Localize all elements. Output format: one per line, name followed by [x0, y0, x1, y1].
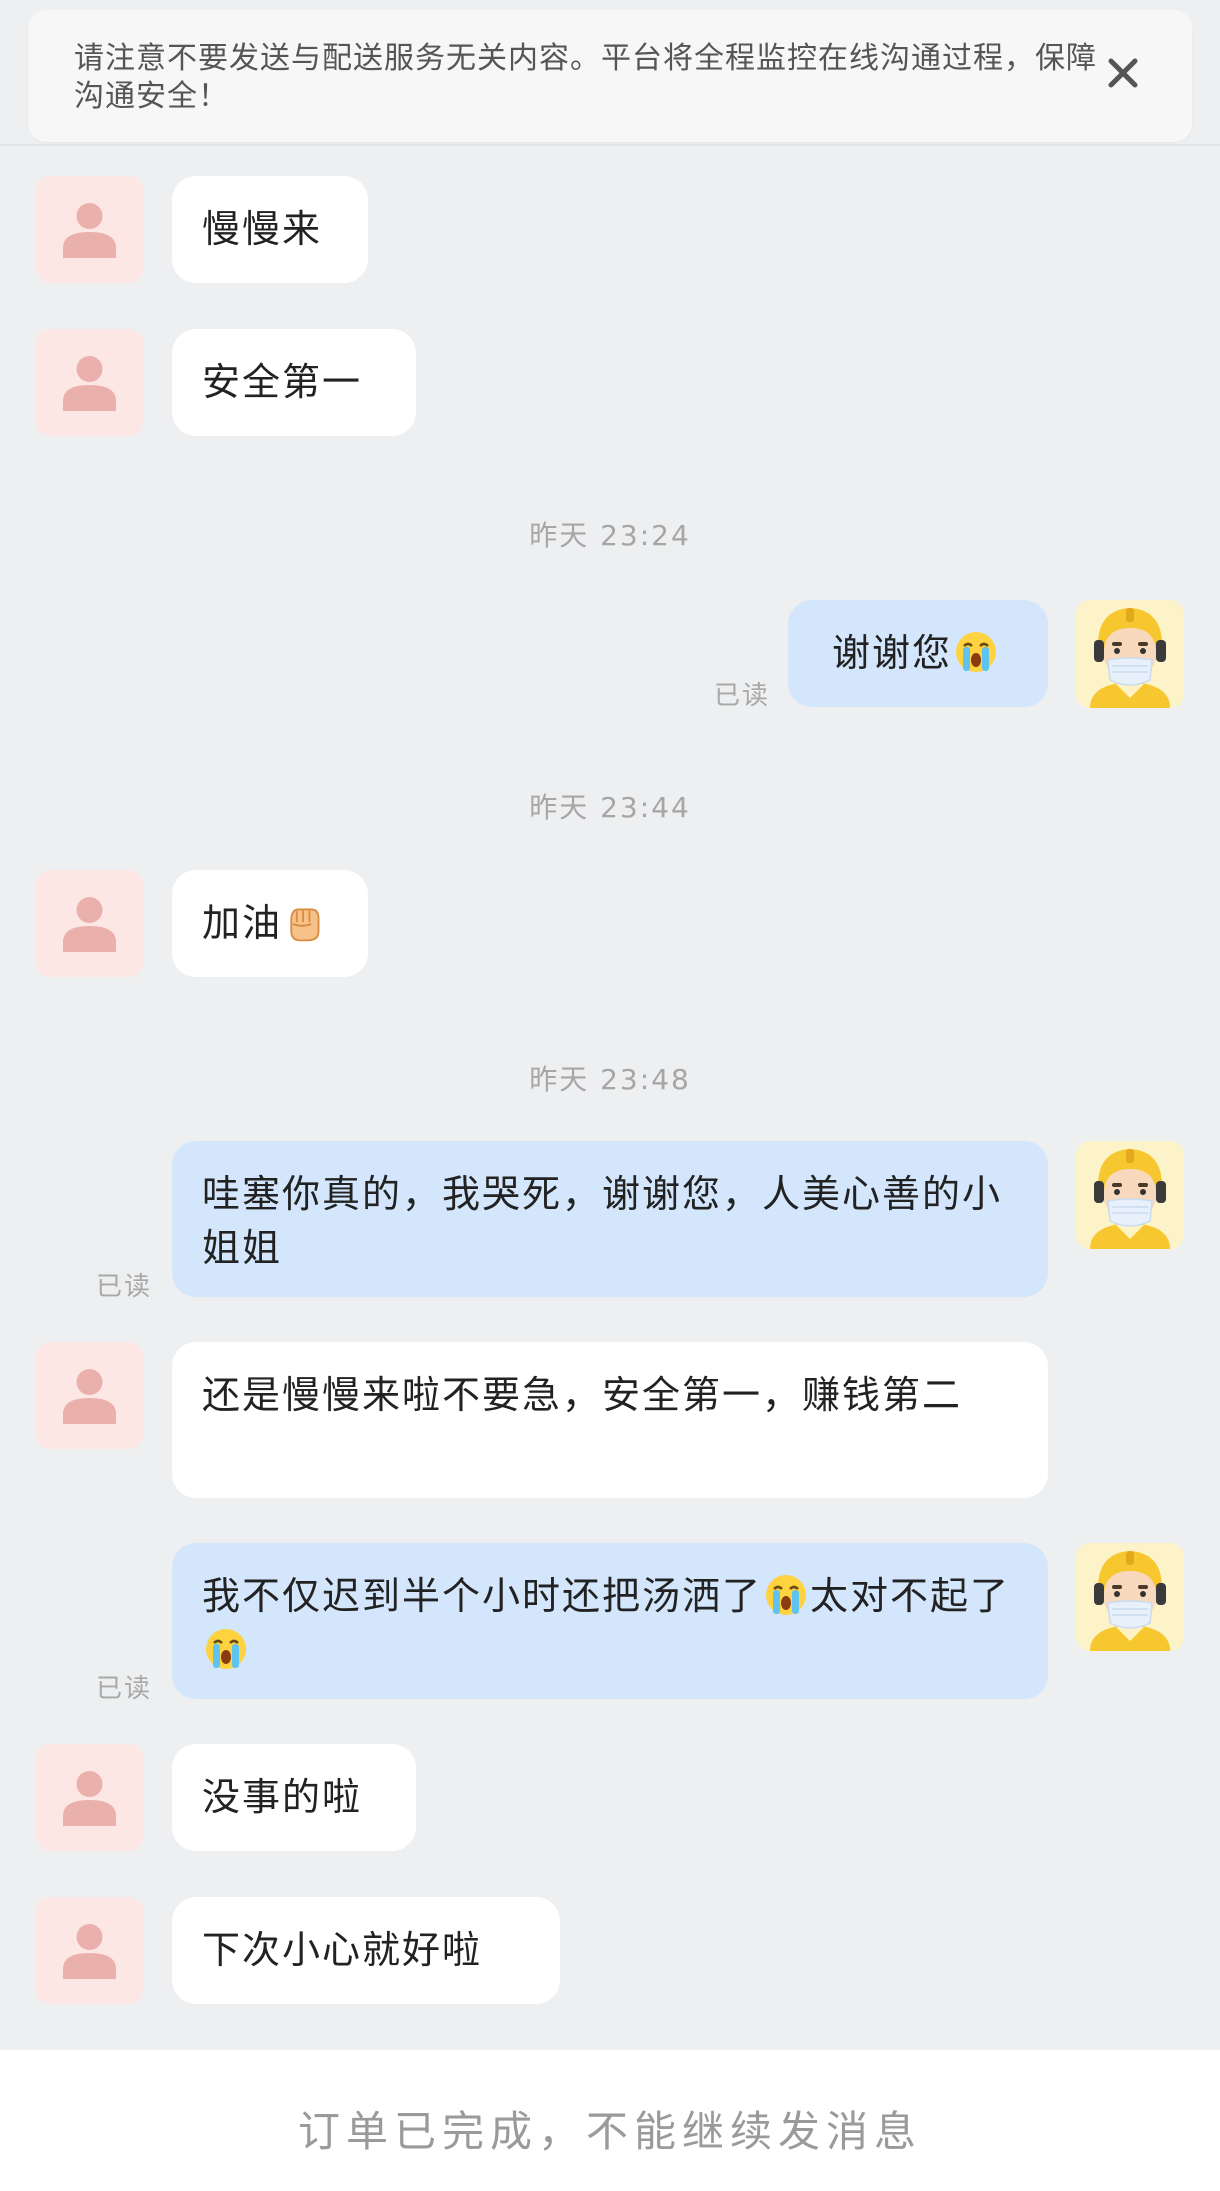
delivery-rider-icon: [1076, 1141, 1184, 1249]
user-silhouette-icon: [36, 329, 143, 436]
incoming-message-bubble[interactable]: 没事的啦: [172, 1744, 416, 1851]
chat-footer: 订单已完成，不能继续发消息: [0, 2050, 1220, 2191]
safety-notice-banner: 请注意不要发送与配送服务无关内容。平台将全程监控在线沟通过程，保障沟通安全！: [28, 10, 1192, 142]
message-timestamp: 昨天 23:44: [529, 791, 691, 824]
message-text: 加油: [202, 901, 283, 945]
message-text: 哇塞你真的，我哭死，谢谢您，人美心善的小姐姐: [202, 1172, 1003, 1270]
crying-face-emoji-icon: [204, 1627, 248, 1671]
user-silhouette-icon: [36, 1744, 143, 1851]
read-receipt: 已读: [96, 1674, 153, 1704]
user-silhouette-icon: [36, 1342, 143, 1449]
message-timestamp: 昨天 23:24: [529, 519, 691, 552]
user-silhouette-icon: [36, 870, 143, 977]
user-avatar[interactable]: [36, 1744, 143, 1851]
incoming-message-bubble[interactable]: 加油: [172, 870, 368, 977]
divider: [0, 144, 1220, 146]
crying-face-emoji-icon: [764, 1573, 808, 1617]
user-avatar[interactable]: [36, 176, 143, 283]
delivery-rider-icon: [1076, 600, 1184, 708]
close-icon[interactable]: [1106, 56, 1140, 90]
user-avatar[interactable]: [36, 870, 143, 977]
rider-avatar[interactable]: [1076, 1141, 1184, 1249]
message-text: 慢慢来: [202, 207, 323, 251]
delivery-rider-icon: [1076, 1543, 1184, 1651]
read-receipt: 已读: [714, 681, 771, 711]
message-text: 谢谢您: [832, 631, 953, 675]
message-text: 没事的啦: [202, 1775, 363, 1819]
outgoing-message-bubble[interactable]: 哇塞你真的，我哭死，谢谢您，人美心善的小姐姐: [172, 1141, 1048, 1297]
user-avatar[interactable]: [36, 1342, 143, 1449]
message-text: 安全第一: [202, 360, 363, 404]
incoming-message-bubble[interactable]: 安全第一: [172, 329, 416, 436]
incoming-message-bubble[interactable]: 下次小心就好啦: [172, 1897, 560, 2004]
message-text: 太对不起了: [810, 1574, 1011, 1618]
message-text: 我不仅迟到半个小时还把汤洒了: [202, 1574, 763, 1618]
read-receipt: 已读: [96, 1272, 153, 1302]
rider-avatar[interactable]: [1076, 600, 1184, 708]
message-text: 还是慢慢来啦不要急，安全第一，赚钱第二: [202, 1373, 963, 1417]
order-completed-notice: 订单已完成，不能继续发消息: [297, 2107, 922, 2156]
outgoing-message-bubble[interactable]: 谢谢您: [788, 600, 1048, 707]
safety-notice-text: 请注意不要发送与配送服务无关内容。平台将全程监控在线沟通过程，保障沟通安全！: [74, 41, 1097, 114]
message-timestamp: 昨天 23:48: [529, 1063, 691, 1096]
user-silhouette-icon: [36, 176, 143, 283]
message-text: 下次小心就好啦: [202, 1928, 483, 1972]
crying-face-emoji-icon: [954, 630, 998, 674]
rider-avatar[interactable]: [1076, 1543, 1184, 1651]
user-avatar[interactable]: [36, 1897, 143, 2004]
outgoing-message-bubble[interactable]: 我不仅迟到半个小时还把汤洒了 太对不起了: [172, 1543, 1048, 1699]
raised-fist-emoji-icon: [284, 904, 324, 944]
incoming-message-bubble[interactable]: 还是慢慢来啦不要急，安全第一，赚钱第二: [172, 1342, 1048, 1498]
user-avatar[interactable]: [36, 329, 143, 436]
incoming-message-bubble[interactable]: 慢慢来: [172, 176, 368, 283]
user-silhouette-icon: [36, 1897, 143, 2004]
